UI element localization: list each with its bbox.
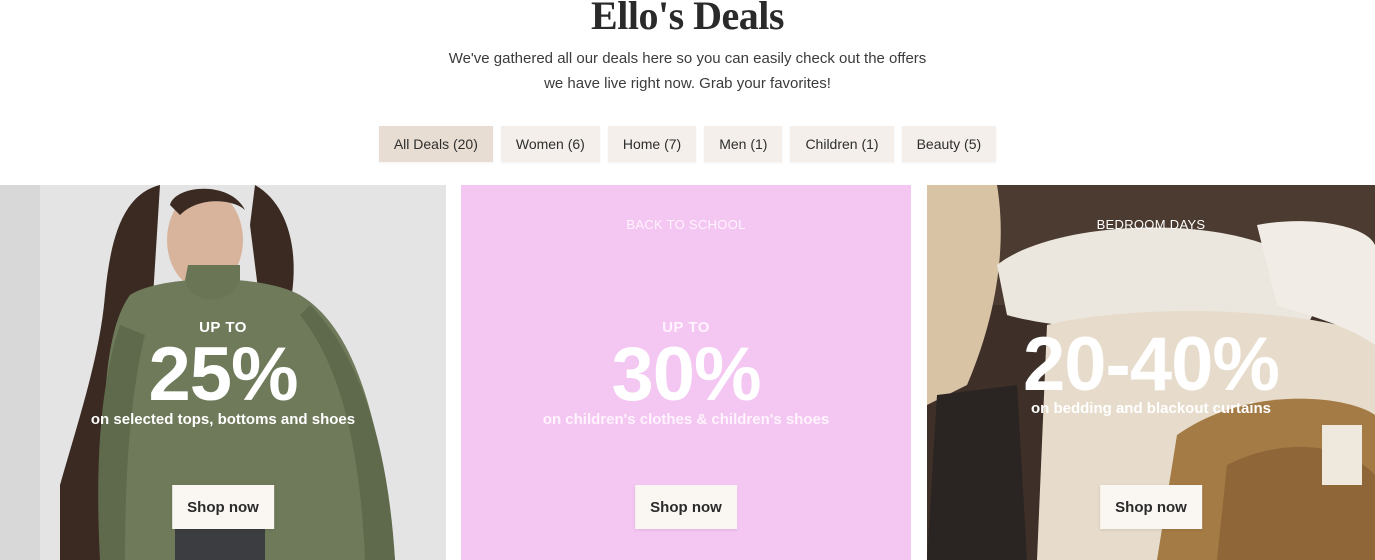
intro-line-1: We've gathered all our deals here so you… [448,50,927,67]
deal-eyebrow: BACK TO SCHOOL [626,217,746,232]
deal-subtitle: on bedding and blackout curtains [1030,400,1271,417]
intro-text: We've gathered all our deals here so you… [0,46,1375,96]
page-title: Ello's Deals [591,0,784,38]
filter-children[interactable]: Children (1) [790,126,894,162]
shop-now-button[interactable]: Shop now [1100,485,1202,529]
shop-now-button[interactable]: Shop now [172,485,274,529]
deal-card-back-to-school[interactable]: BACK TO SCHOOL UP TO 30% on children's c… [461,185,911,560]
intro-line-2: we have live right now. Grab your favori… [544,75,831,92]
deal-filter-bar: All Deals (20) Women (6) Home (7) Men (1… [0,126,1375,162]
deal-discount-value: 30% [611,332,761,417]
filter-all-deals[interactable]: All Deals (20) [378,126,493,162]
deal-card-tops[interactable]: UP TO 25% on selected tops, bottoms and … [0,185,446,560]
filter-men[interactable]: Men (1) [704,126,783,162]
deal-discount-value: 20-40% [1023,322,1280,407]
deal-eyebrow: BEDROOM DAYS [1096,217,1206,232]
filter-beauty[interactable]: Beauty (5) [901,126,997,162]
deal-cards: UP TO 25% on selected tops, bottoms and … [0,185,1375,560]
filter-women[interactable]: Women (6) [500,126,600,162]
deal-subtitle: on selected tops, bottoms and shoes [90,411,356,428]
filter-home[interactable]: Home (7) [607,126,697,162]
deal-subtitle: on children's clothes & children's shoes [542,411,830,428]
deal-card-bedroom[interactable]: BEDROOM DAYS 20-40% on bedding and black… [927,185,1375,560]
deal-discount-value: 25% [148,332,298,417]
shop-now-button[interactable]: Shop now [635,485,737,529]
